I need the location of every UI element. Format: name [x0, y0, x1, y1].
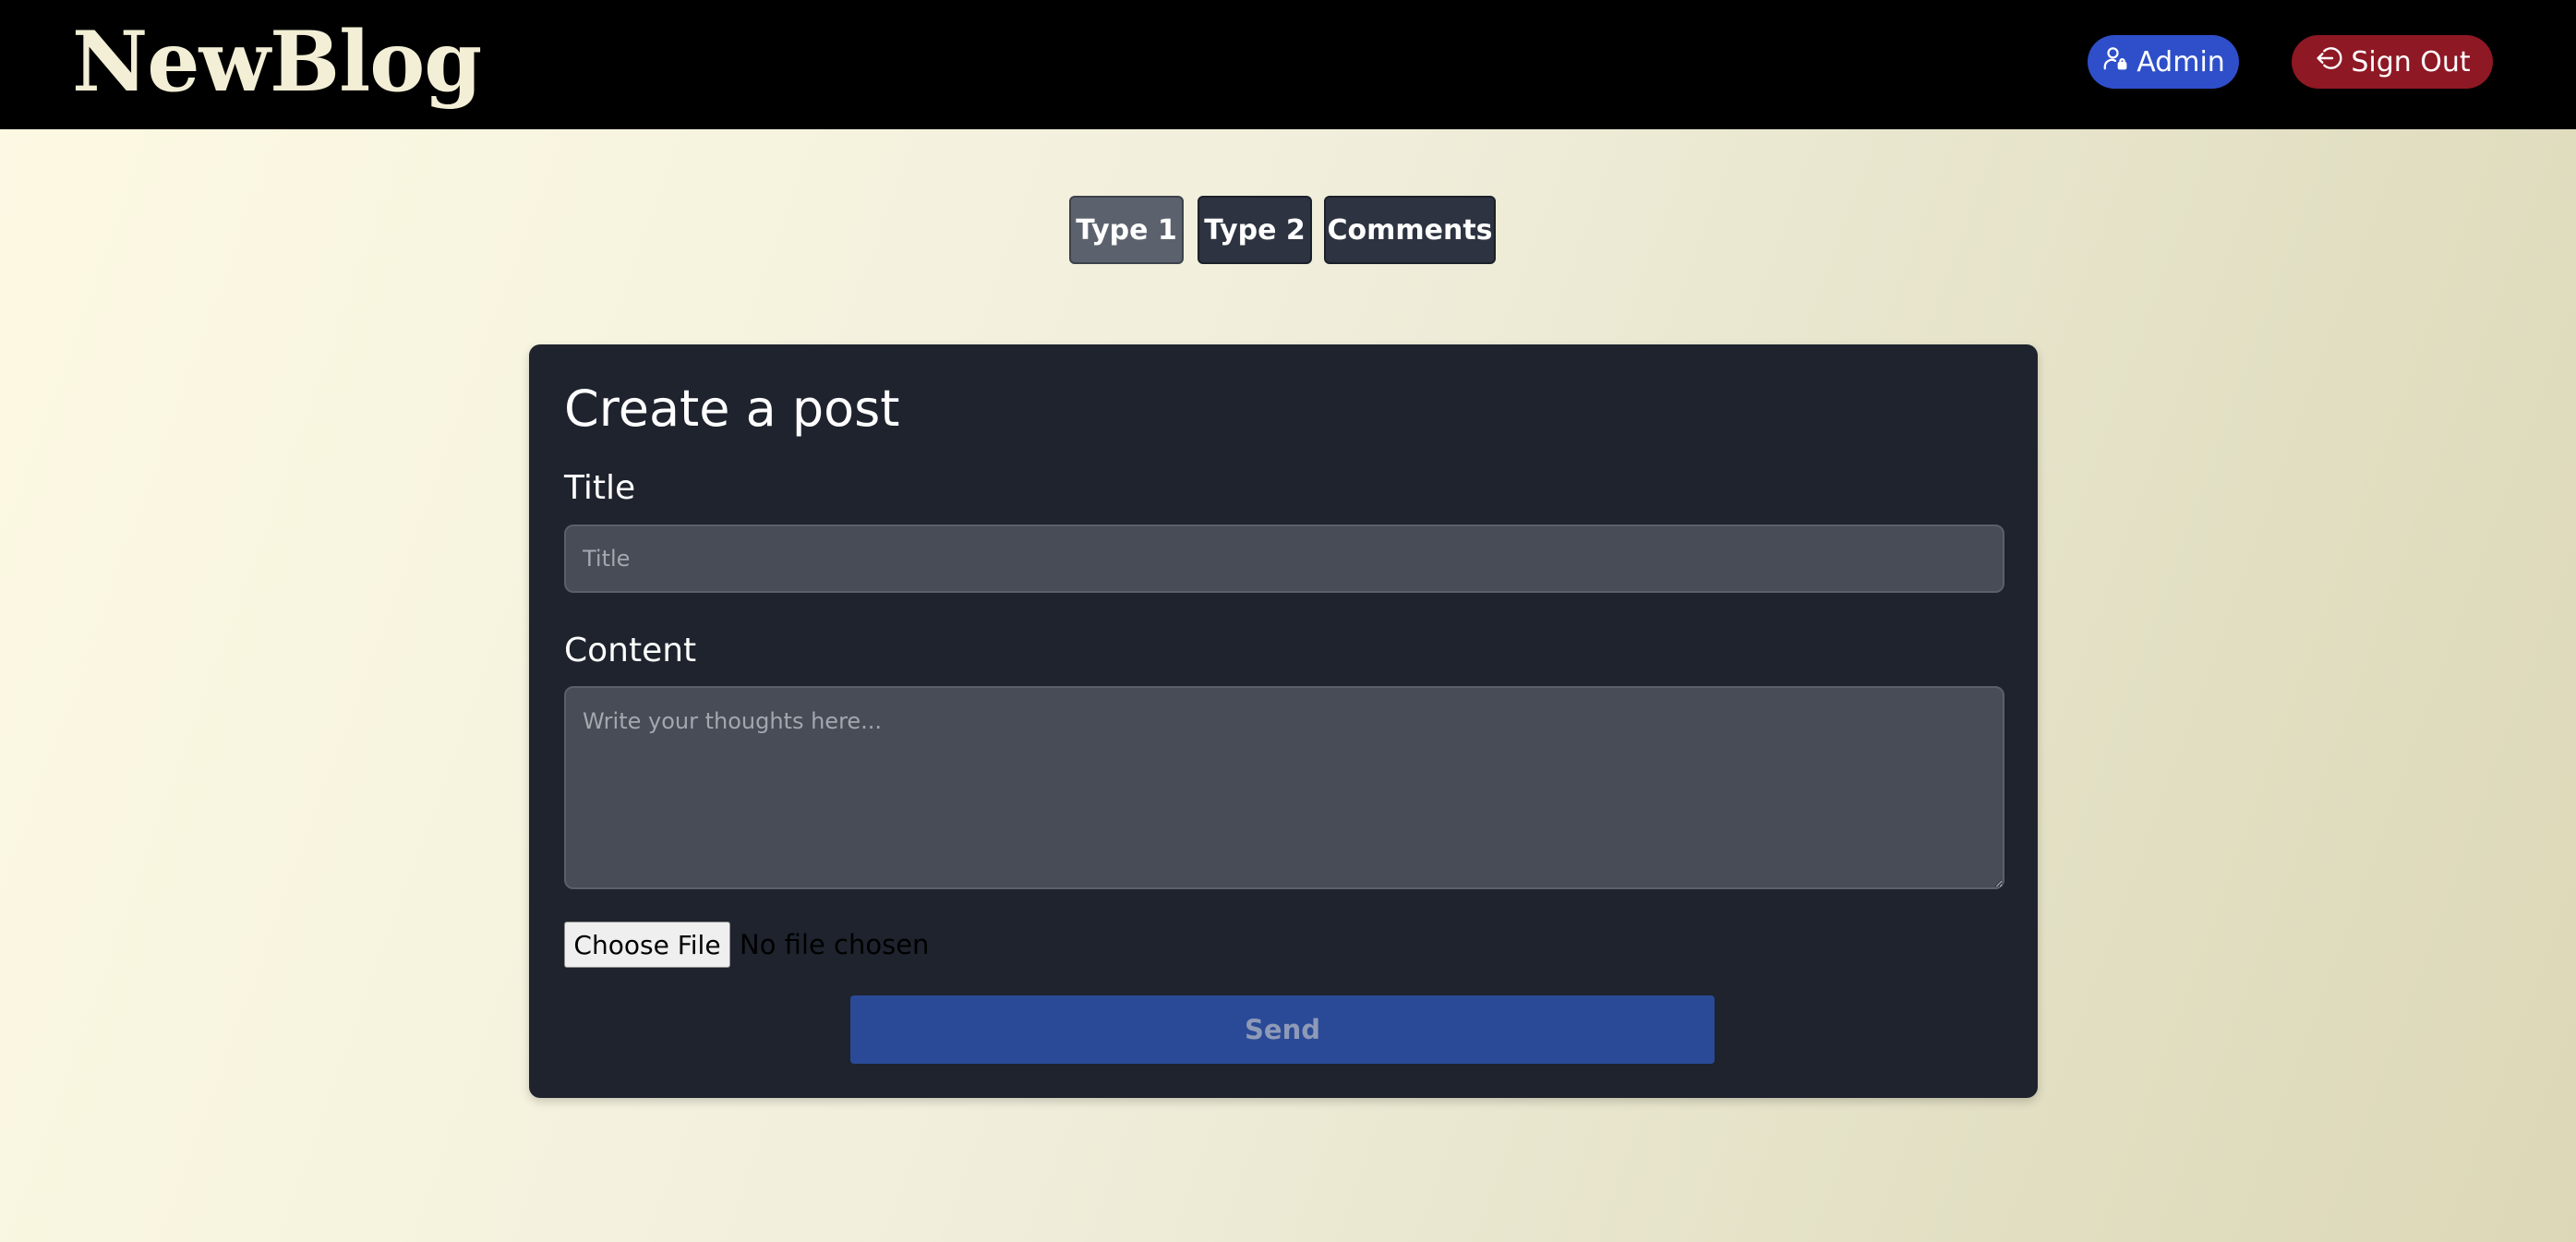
page-title: Create a post	[564, 380, 900, 438]
user-lock-icon	[2101, 44, 2137, 79]
brand-logo[interactable]: NewBlog	[72, 11, 482, 113]
title-input[interactable]	[564, 525, 2004, 593]
sign-out-button[interactable]: Sign Out	[2292, 35, 2493, 89]
title-label: Title	[564, 469, 636, 507]
file-upload: Choose File No file chosen	[564, 922, 929, 968]
content-label: Content	[564, 632, 697, 669]
send-button[interactable]: Send	[850, 995, 1715, 1064]
navbar: NewBlog Admin Sign Out	[0, 0, 2576, 129]
admin-button-label: Admin	[2137, 45, 2225, 78]
post-type-tabs: Type 1 Type 2 Comments	[0, 196, 2576, 264]
sign-out-button-label: Sign Out	[2351, 45, 2471, 78]
tab-type-2[interactable]: Type 2	[1198, 196, 1312, 264]
tab-type-1[interactable]: Type 1	[1069, 196, 1184, 264]
file-status-text: No file chosen	[740, 929, 930, 960]
content-textarea[interactable]	[564, 686, 2004, 889]
create-post-card: Create a post Title Content Choose File …	[529, 344, 2038, 1098]
sign-out-icon	[2314, 43, 2351, 80]
choose-file-button[interactable]: Choose File	[564, 922, 730, 968]
tab-comments[interactable]: Comments	[1324, 196, 1496, 264]
admin-button[interactable]: Admin	[2088, 35, 2239, 89]
